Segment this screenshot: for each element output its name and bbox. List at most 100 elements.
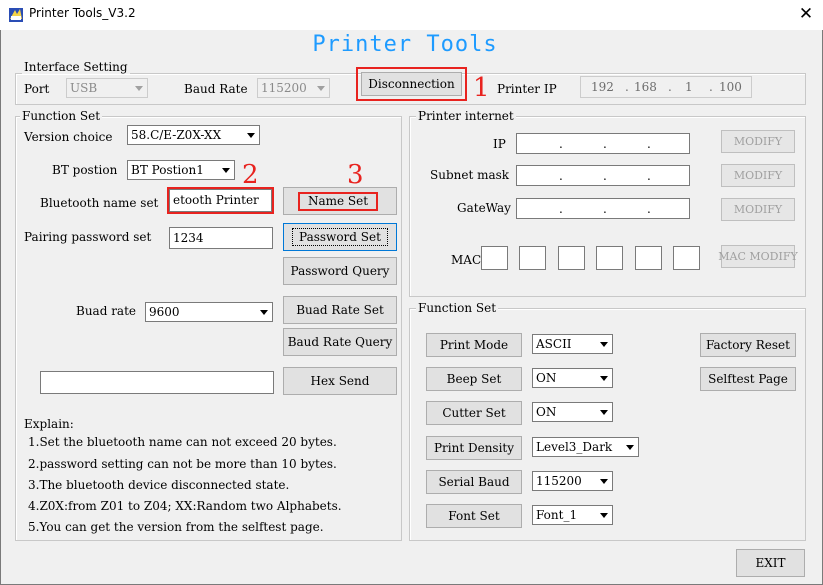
pairing-password-input[interactable]: 1234 [169, 227, 273, 249]
font-select[interactable]: Font_1 [532, 505, 613, 525]
subnet-mask-field[interactable]: . . . [516, 165, 690, 186]
gateway-modify-button[interactable]: MODIFY [721, 198, 795, 221]
printer-internet-legend: Printer internet [416, 109, 516, 123]
print-mode-button[interactable]: Print Mode [426, 333, 522, 357]
printer-ip-field[interactable]: 192 . 168 . 1 . 100 [580, 76, 752, 98]
serial-baud-value: 115200 [536, 474, 582, 488]
print-mode-select[interactable]: ASCII [532, 334, 613, 354]
baud-rate-value: 115200 [261, 81, 307, 95]
ip-modify-button[interactable]: MODIFY [721, 130, 795, 153]
ip-dot: . [647, 202, 651, 216]
password-set-button[interactable]: Password Set [283, 223, 397, 251]
function-set-left-legend: Function Set [20, 109, 103, 123]
port-label: Port [24, 82, 50, 96]
bt-position-select[interactable]: BT Postion1 [127, 160, 235, 180]
font-value: Font_1 [536, 508, 578, 522]
printer-ip-label: Printer IP [497, 82, 557, 96]
page-title: Printer Tools [312, 32, 498, 57]
buad-rate-value: 9600 [149, 305, 180, 319]
ip-dot: . [559, 137, 563, 151]
ip-address-field[interactable]: . . . [516, 133, 690, 154]
buad-rate-set-button[interactable]: Buad Rate Set [283, 296, 397, 324]
ip-dot: . [603, 202, 607, 216]
interface-setting-legend: Interface Setting [22, 60, 130, 74]
ip-label: IP [493, 137, 506, 151]
ip-dot: . [647, 169, 651, 183]
subnet-modify-button[interactable]: MODIFY [721, 164, 795, 187]
chevron-down-icon [131, 80, 146, 96]
bt-position-value: BT Postion1 [131, 163, 204, 177]
ip-dot: . [647, 137, 651, 151]
cutter-value: ON [536, 405, 557, 419]
mac-byte-input[interactable] [673, 246, 700, 270]
mac-modify-button[interactable]: MAC MODIFY [718, 245, 798, 268]
factory-reset-button[interactable]: Factory Reset [700, 333, 796, 357]
serial-baud-select[interactable]: 115200 [532, 471, 613, 491]
ip-octet: 168 [634, 80, 657, 94]
baud-rate-label: Baud Rate [184, 82, 248, 96]
ip-dot: . [603, 169, 607, 183]
mac-byte-input[interactable] [596, 246, 623, 270]
disconnection-button[interactable]: Disconnection [361, 72, 462, 96]
port-value: USB [70, 81, 98, 95]
ip-octet: 100 [719, 80, 742, 94]
ip-dot: . [668, 80, 672, 94]
mac-byte-input[interactable] [519, 246, 546, 270]
ip-dot: . [559, 169, 563, 183]
hex-input[interactable] [40, 371, 274, 394]
print-density-value: Level3_Dark [536, 440, 613, 454]
baud-rate-query-button[interactable]: Baud Rate Query [283, 328, 397, 356]
version-choice-select[interactable]: 58.C/E-Z0X-XX [127, 125, 260, 145]
chevron-down-icon [596, 370, 611, 386]
gateway-label: GateWay [457, 201, 511, 215]
print-density-button[interactable]: Print Density [426, 436, 522, 460]
chevron-down-icon [596, 404, 611, 420]
exit-button[interactable]: EXIT [736, 549, 805, 577]
chevron-down-icon [218, 162, 233, 178]
chevron-down-icon [596, 507, 611, 523]
annotation-number-2: 2 [242, 160, 259, 190]
chevron-down-icon [596, 473, 611, 489]
gateway-field[interactable]: . . . [516, 198, 690, 219]
baud-rate-select[interactable]: 115200 [257, 78, 330, 98]
bt-position-label: BT postion [52, 163, 118, 177]
ip-octet: 1 [685, 80, 693, 94]
cutter-set-button[interactable]: Cutter Set [426, 401, 522, 425]
annotation-number-1: 1 [473, 73, 490, 103]
ip-dot: . [709, 80, 713, 94]
explain-line: 4.Z0X:from Z01 to Z04; XX:Random two Alp… [28, 499, 342, 513]
explain-line: 1.Set the bluetooth name can not exceed … [28, 435, 337, 449]
name-set-label: Name Set [307, 194, 369, 208]
beep-set-button[interactable]: Beep Set [426, 367, 522, 391]
ip-dot: . [559, 202, 563, 216]
explain-line: 3.The bluetooth device disconnected stat… [28, 478, 290, 492]
window-title: Printer Tools_V3.2 [29, 6, 136, 20]
printer-app-icon [8, 7, 24, 23]
font-set-button[interactable]: Font Set [426, 504, 522, 528]
chevron-down-icon [243, 127, 258, 143]
bluetooth-name-input[interactable]: etooth Printer [169, 189, 272, 212]
subnet-mask-label: Subnet mask [430, 168, 510, 182]
explain-title: Explain: [24, 417, 74, 431]
serial-baud-button[interactable]: Serial Baud [426, 470, 522, 494]
function-set-right-legend: Function Set [416, 301, 499, 315]
mac-byte-input[interactable] [635, 246, 662, 270]
selftest-page-button[interactable]: Selftest Page [700, 367, 796, 391]
buad-rate-select[interactable]: 9600 [145, 302, 273, 322]
close-icon[interactable]: ✕ [789, 0, 823, 30]
print-mode-value: ASCII [536, 337, 572, 351]
chevron-down-icon [313, 80, 328, 96]
cutter-select[interactable]: ON [532, 402, 613, 422]
password-set-label: Password Set [292, 228, 388, 246]
bluetooth-name-label: Bluetooth name set [40, 196, 159, 210]
port-select[interactable]: USB [66, 78, 148, 98]
hex-send-button[interactable]: Hex Send [283, 367, 397, 395]
print-density-select[interactable]: Level3_Dark [532, 437, 639, 457]
mac-byte-input[interactable] [558, 246, 585, 270]
explain-line: 5.You can get the version from the selft… [28, 520, 324, 534]
password-query-button[interactable]: Password Query [283, 257, 397, 285]
annotation-number-3: 3 [347, 160, 364, 190]
version-choice-value: 58.C/E-Z0X-XX [131, 128, 222, 142]
mac-byte-input[interactable] [481, 246, 508, 270]
beep-select[interactable]: ON [532, 368, 613, 388]
